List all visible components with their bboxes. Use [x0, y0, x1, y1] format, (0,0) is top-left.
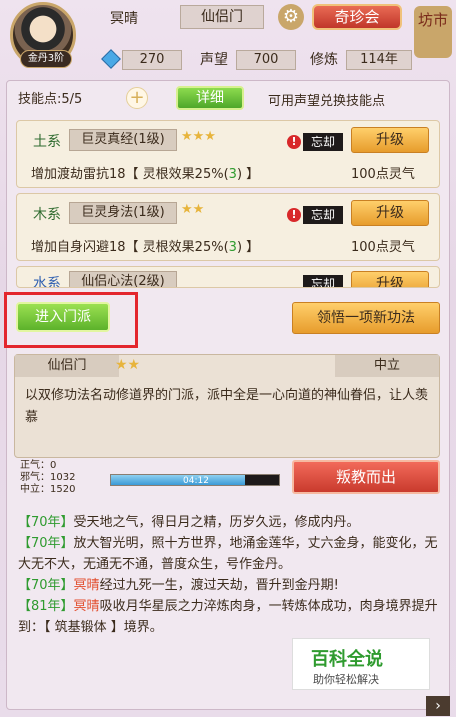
log-name: 冥晴 [73, 578, 100, 593]
upgrade-button[interactable]: 升级 [351, 271, 429, 287]
gem-count: 270 [122, 50, 182, 70]
gem-icon [101, 49, 121, 69]
skill-stars: ★★ [181, 202, 205, 217]
sect-name-box: 仙侣门 [180, 5, 264, 29]
cultivation-label: 修炼 [310, 52, 338, 68]
warning-icon: ! [287, 208, 301, 222]
rank-badge: 金丹3阶 [20, 50, 72, 68]
skill-effect: 增加渡劫雷抗18【 灵根效果25%(3) 】 [31, 163, 259, 182]
player-name: 冥晴 [110, 11, 138, 27]
skill-element: 水系 [33, 276, 61, 288]
chevron-right-icon[interactable]: › [426, 696, 450, 716]
detail-button[interactable]: 详细 [176, 86, 244, 110]
skill-effect: 增加自身闪避18【 灵根效果25%(3) 】 [31, 236, 259, 255]
add-skill-point-icon[interactable]: + [126, 87, 148, 109]
exchange-hint: 可用声望兑换技能点 [268, 94, 386, 109]
skill-name: 巨灵真经(1级) [69, 129, 177, 151]
skill-name: 仙侣心法(2级) [69, 271, 177, 287]
reputation-label: 声望 [200, 52, 228, 68]
market-label: 坊市 [417, 11, 448, 29]
log-entry: 【81年】冥晴吸收月华星辰之力淬炼肉身，一转炼体成功，肉身境界提升到：【 筑基锻… [18, 596, 438, 638]
log-year: 【70年】 [18, 536, 74, 551]
forget-button[interactable]: 忘却 [303, 133, 343, 151]
learn-skill-button[interactable]: 领悟一项新功法 [292, 302, 440, 334]
effect-text: 增加自身闪避18【 灵根效果25%( [31, 240, 229, 255]
upgrade-button[interactable]: 升级 [351, 127, 429, 153]
skill-element: 土系 [33, 134, 61, 150]
skill-element: 木系 [33, 207, 61, 223]
skill-card: 木系 巨灵身法(1级) ★★ ! 忘却 升级 增加自身闪避18【 灵根效果25%… [16, 193, 440, 261]
forget-button[interactable]: 忘却 [303, 275, 343, 287]
watermark-sub: 助你轻松解决 [313, 673, 379, 686]
timer-text: 04:12 [183, 476, 209, 486]
effect-number: 3 [228, 167, 237, 182]
righteous-value: 正气：0 [20, 460, 57, 471]
effect-text: 增加渡劫雷抗18【 灵根效果25%( [31, 167, 229, 182]
skill-card: 水系 仙侣心法(2级) 忘却 升级 [16, 266, 440, 288]
skill-stars: ★★★ [181, 129, 216, 144]
gear-icon[interactable]: ⚙ [278, 4, 304, 30]
skill-points: 技能点:5/5 [18, 92, 83, 107]
evil-value: 邪气：1032 [20, 472, 76, 483]
log-entry: 【70年】冥晴经过九死一生，渡过天劫，晋升到金丹期! [18, 575, 438, 596]
effect-suffix: ) 】 [236, 167, 260, 182]
log-text: 放大智光明，照十方世界，地涌金莲华，丈六金身，能变化，无大无不大，无通无不通，普… [18, 536, 438, 572]
watermark-main: 百科全说 [311, 649, 383, 670]
treasure-shop-button[interactable]: 奇珍会 [312, 4, 402, 30]
upgrade-button[interactable]: 升级 [351, 200, 429, 226]
warning-icon: ! [287, 135, 301, 149]
sect-description: 以双修功法名动修道界的门派，派中全是一心向道的神仙眷侣，让人羡慕 [25, 388, 429, 425]
skill-name: 巨灵身法(1级) [69, 202, 177, 224]
log-year: 【70年】 [18, 578, 74, 593]
log-entry: 【70年】受天地之气，得日月之精，历岁久远，修成内丹。 [18, 512, 438, 533]
log-name: 冥晴 [73, 599, 100, 614]
sect-info-panel: 仙侣门 ★★ 中立 以双修功法名动修道界的门派，派中全是一心向道的神仙眷侣，让人… [14, 354, 440, 458]
log-year: 【70年】 [18, 515, 74, 530]
sect-title: 仙侣门 [15, 355, 119, 377]
enter-sect-button[interactable]: 进入门派 [16, 302, 110, 332]
alignment-badge: 中立 [335, 355, 439, 377]
timer-bar: 04:12 [110, 474, 280, 486]
forget-button[interactable]: 忘却 [303, 206, 343, 224]
skill-cost: 100点灵气 [351, 240, 415, 255]
log-year: 【81年】 [18, 599, 74, 614]
stats-bar: 270 声望 700 修炼 114年 [80, 48, 456, 72]
skill-cost: 100点灵气 [351, 167, 415, 182]
neutral-value: 中立：1520 [20, 484, 76, 495]
log-text: 受天地之气，得日月之精，历岁久远，修成内丹。 [73, 515, 360, 530]
skill-card: 土系 巨灵真经(1级) ★★★ ! 忘却 升级 增加渡劫雷抗18【 灵根效果25… [16, 120, 440, 188]
cultivation-value: 114年 [346, 50, 412, 70]
event-log: 【70年】受天地之气，得日月之精，历岁久远，修成内丹。 【70年】放大智光明，照… [18, 512, 438, 638]
log-text: 经过九死一生，渡过天劫，晋升到金丹期! [99, 578, 339, 593]
betray-button[interactable]: 叛教而出 [292, 460, 440, 494]
alignment-values: 正气：0 邪气：1032 中立：1520 [20, 460, 75, 496]
top-header: 金丹3阶 冥晴 仙侣门 ⚙ 奇珍会 坊市 270 声望 700 修炼 114年 [0, 0, 456, 78]
effect-suffix: ) 】 [236, 240, 260, 255]
watermark-logo: 百科全说 助你轻松解决 [292, 638, 430, 690]
log-entry: 【70年】放大智光明，照十方世界，地涌金莲华，丈六金身，能变化，无大无不大，无通… [18, 533, 438, 575]
reputation-value: 700 [236, 50, 296, 70]
sect-stars: ★★ [115, 357, 141, 373]
effect-number: 3 [228, 240, 237, 255]
